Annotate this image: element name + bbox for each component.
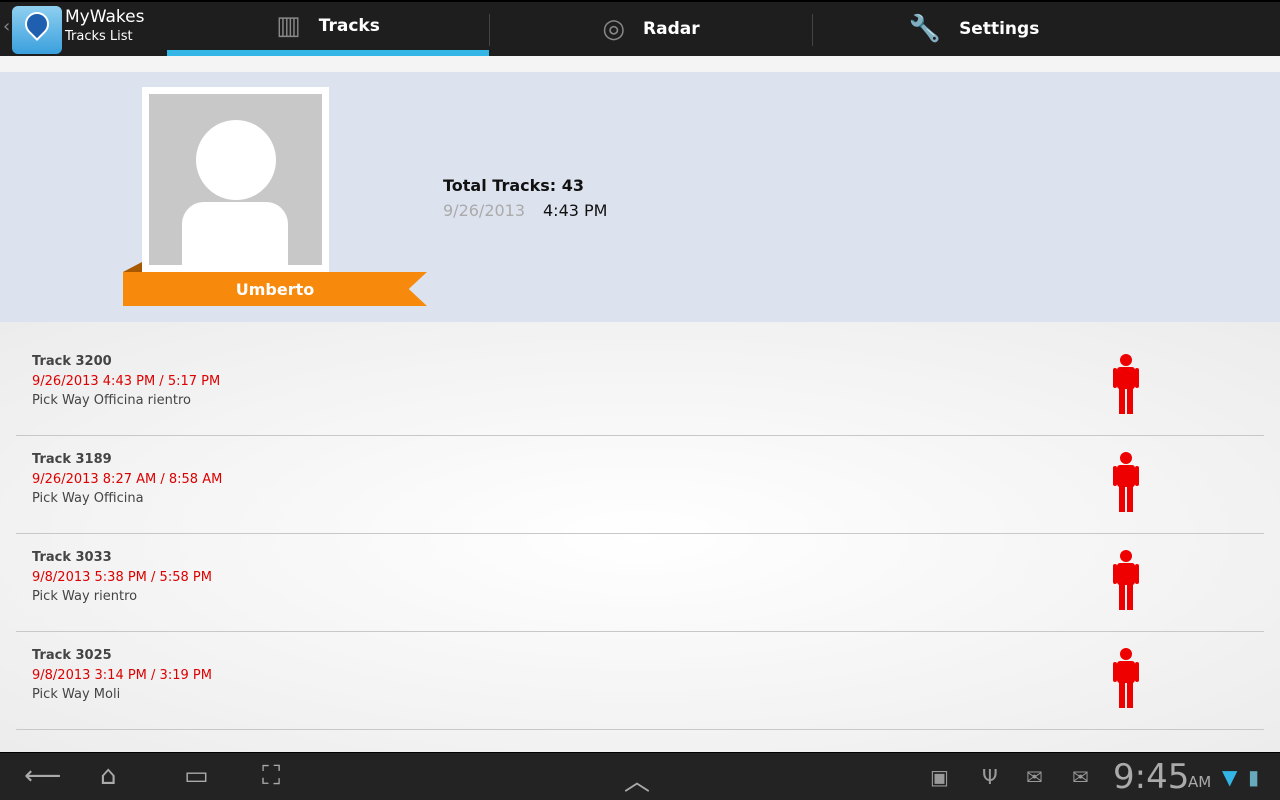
back-icon[interactable]: ⟵ — [24, 761, 61, 791]
battery-icon: ▮ — [1248, 765, 1260, 789]
walking-person-icon — [1113, 648, 1139, 708]
profile-header: Umberto Total Tracks: 43 9/26/2013 4:43 … — [0, 72, 1280, 322]
system-nav-bar: ⟵ ⌂ ▭ ⛶ ︿ ▣ Ψ ✉ ✉ 9:45 AM ▼ ▮ — [0, 752, 1280, 800]
usb-icon: Ψ — [982, 765, 998, 789]
back-caret-icon[interactable]: ‹ — [3, 16, 10, 37]
app-logo-icon[interactable] — [12, 6, 62, 54]
action-bar: ‹ MyWakes Tracks List ▥ Tracks ◎ Radar 🔧 Se… — [0, 0, 1280, 56]
track-row[interactable]: Track 3025 9/8/2013 3:14 PM / 3:19 PM Pi… — [16, 632, 1264, 730]
track-time: 9/26/2013 4:43 PM / 5:17 PM — [32, 374, 221, 389]
clock-ampm: AM — [1188, 773, 1212, 791]
radar-icon: ◎ — [602, 14, 626, 44]
last-date: 9/26/2013 — [443, 201, 526, 220]
wifi-icon: ▼ — [1222, 765, 1238, 789]
user-name-ribbon: Umberto — [123, 272, 427, 306]
last-time: 4:43 PM — [543, 201, 608, 220]
walking-person-icon — [1113, 550, 1139, 610]
track-row[interactable]: Track 3189 9/26/2013 8:27 AM / 8:58 AM P… — [16, 436, 1264, 534]
tab-settings[interactable]: 🔧 Settings — [813, 2, 1135, 56]
app-title: MyWakes — [65, 7, 145, 27]
track-desc: Pick Way Moli — [32, 687, 121, 702]
track-title: Track 3200 — [32, 354, 112, 369]
track-row[interactable]: Track 3033 9/8/2013 5:38 PM / 5:58 PM Pi… — [16, 534, 1264, 632]
email-icon: ✉ — [1072, 765, 1089, 789]
android-debug-icon: ▣ — [930, 765, 949, 789]
recent-apps-icon[interactable]: ▭ — [184, 761, 209, 791]
avatar[interactable] — [142, 87, 329, 272]
tab-label: Tracks — [318, 16, 380, 36]
tab-tracks[interactable]: ▥ Tracks — [167, 2, 489, 56]
track-title: Track 3033 — [32, 550, 112, 565]
map-icon: ▥ — [276, 11, 301, 41]
clock: 9:45 — [1113, 757, 1190, 797]
tab-label: Settings — [959, 19, 1040, 39]
track-time: 9/8/2013 3:14 PM / 3:19 PM — [32, 668, 212, 683]
track-desc: Pick Way rientro — [32, 589, 138, 604]
wrench-icon: 🔧 — [908, 14, 942, 44]
screenshot-icon[interactable]: ⛶ — [262, 761, 280, 792]
track-desc: Pick Way Officina — [32, 491, 144, 506]
app-subtitle: Tracks List — [65, 29, 133, 44]
total-tracks: Total Tracks: 43 — [443, 176, 585, 195]
walking-person-icon — [1113, 354, 1139, 414]
track-time: 9/8/2013 5:38 PM / 5:58 PM — [32, 570, 212, 585]
walking-person-icon — [1113, 452, 1139, 512]
home-icon[interactable]: ⌂ — [100, 761, 117, 791]
track-desc: Pick Way Officina rientro — [32, 393, 191, 408]
track-title: Track 3025 — [32, 648, 112, 663]
track-row[interactable]: Track 3200 9/26/2013 4:43 PM / 5:17 PM P… — [16, 338, 1264, 436]
tracks-list: Track 3200 9/26/2013 4:43 PM / 5:17 PM P… — [0, 322, 1280, 752]
track-time: 9/26/2013 8:27 AM / 8:58 AM — [32, 472, 223, 487]
tab-radar[interactable]: ◎ Radar — [490, 2, 812, 56]
tab-label: Radar — [643, 19, 700, 39]
gmail-icon: ✉ — [1026, 765, 1043, 789]
chevron-up-icon[interactable]: ︿ — [624, 761, 650, 798]
track-title: Track 3189 — [32, 452, 112, 467]
